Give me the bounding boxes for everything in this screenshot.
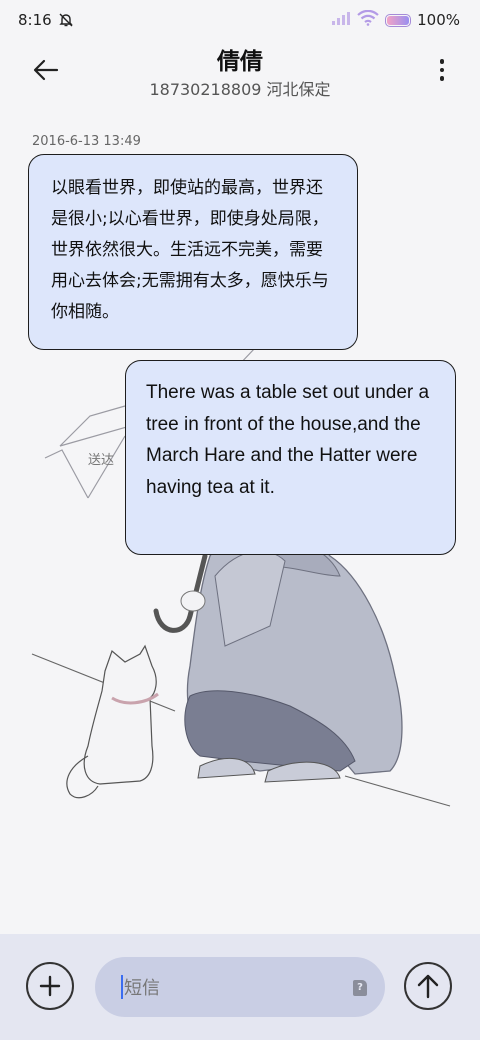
chat-area[interactable]: 送达 2016-6-13 13:49 以眼看世界，即使站的最高，世界还是很小;以… [0,106,480,934]
contact-detail: 18730218809 河北保定 [149,80,331,99]
message-timestamp: 2016-6-13 13:49 [32,134,141,149]
sim-card-icon[interactable]: ? [353,980,367,996]
message-input-placeholder: 短信 [124,978,160,999]
composer-bar: 短信 ? [0,934,480,1040]
message-bubble[interactable]: There was a table set out under a tree i… [125,360,456,555]
more-vertical-icon [439,59,445,64]
battery-icon [385,13,412,27]
more-options-button[interactable] [432,54,452,86]
background-caption: 送达 [88,453,114,468]
message-text: 以眼看世界，即使站的最高，世界还是很小;以心看世界，即使身处局限，世界依然很大。… [51,178,329,322]
send-button[interactable] [404,962,452,1010]
status-bar: 8:16 100% [0,0,480,40]
message-bubble[interactable]: 以眼看世界，即使站的最高，世界还是很小;以心看世界，即使身处局限，世界依然很大。… [28,154,358,350]
text-caret [121,975,123,999]
plus-icon [39,975,61,997]
message-input[interactable]: 短信 ? [95,957,385,1017]
status-right: 100% [331,9,460,30]
wifi-icon [357,9,379,30]
contact-name: 倩倩 [217,49,263,75]
add-attachment-button[interactable] [26,962,74,1010]
conversation-header: 倩倩 18730218809 河北保定 [0,40,480,106]
status-time: 8:16 [18,11,52,29]
battery-percent: 100% [417,11,460,29]
bell-off-icon [58,12,74,28]
arrow-up-icon [417,974,439,999]
message-text: There was a table set out under a tree i… [146,382,430,498]
signal-icon [331,11,351,29]
status-left: 8:16 [18,11,74,29]
